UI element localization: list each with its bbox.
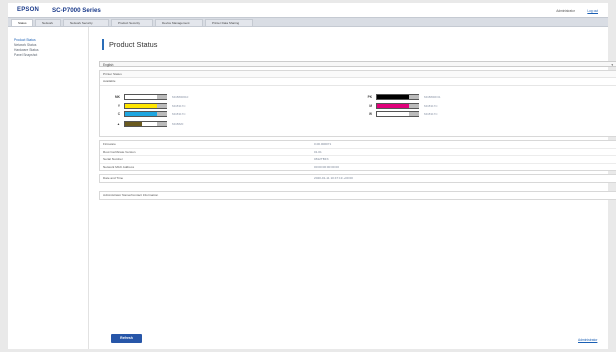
ink-cartridge-icon	[157, 104, 167, 108]
page-title: Product Status	[109, 40, 158, 49]
tab-status[interactable]: Status	[11, 19, 33, 26]
app-frame: EPSON SC-P7000 Series Administrator Log …	[8, 3, 616, 349]
sidebar-item-network-status[interactable]: Network Status	[14, 43, 36, 47]
printer-status-value: Available	[100, 78, 616, 86]
tab-bar: Status Network Network Security Product …	[8, 17, 608, 27]
tab-printer-data-sharing[interactable]: Printer Data Sharing	[205, 19, 253, 26]
product-name: SC-P7000 Series	[52, 7, 101, 14]
ink-cartridge-icon	[409, 112, 419, 116]
info-row-serial: Serial Number 0812TBF3	[100, 156, 616, 164]
info-row-admin: Administrator Name/Contact Information	[103, 193, 159, 197]
device-info-panel: Firmware 0.00.000071 Root Certificate Ver…	[99, 140, 616, 171]
admin-info-panel: Administrator Name/Contact Information	[99, 191, 616, 200]
ink-cartridge-icon	[157, 122, 167, 126]
ink-code: MC8317C	[424, 103, 438, 108]
sidebar-item-hardware-status[interactable]: Hardware Status	[14, 48, 39, 52]
ink-cartridge-icon	[157, 95, 167, 99]
ink-cartridge-icon	[157, 112, 167, 116]
sidebar: Product Status Network Status Hardware S…	[8, 27, 89, 349]
printer-status-heading: Printer Status	[100, 71, 616, 78]
administrator-link[interactable]: Administrator	[578, 338, 597, 342]
ink-code: MC8800F31	[424, 94, 441, 99]
info-row-root-cert: Root Certificate Version 01.01	[100, 149, 616, 156]
user-label: Administrator	[556, 8, 575, 13]
sidebar-item-panel-snapshot[interactable]: Panel Snapshot	[14, 53, 37, 57]
title-accent-bar	[102, 39, 104, 50]
refresh-button[interactable]: Refresh	[111, 334, 142, 343]
ink-code: MC8317C	[424, 111, 438, 116]
logout-link[interactable]: Log out	[587, 9, 598, 13]
ink-label: C	[117, 111, 120, 116]
ink-label: Y	[117, 103, 120, 108]
info-row-date-time: Date and Time 2020-01-11 10:47:19 +00:00	[103, 176, 353, 180]
ink-label: PK	[367, 94, 372, 99]
language-select[interactable]: English ▾	[99, 61, 616, 67]
ink-code: MC8317C	[172, 103, 186, 108]
printer-status-panel: Printer Status Available MK MC8800610 Y …	[99, 70, 616, 137]
tab-product-security[interactable]: Product Security	[111, 19, 153, 26]
tab-network-security[interactable]: Network Security	[63, 19, 109, 26]
info-row-mac: Network MAC Address 00:00:00:00:00:00	[103, 164, 339, 169]
ink-code: MC8820	[172, 121, 184, 126]
tab-device-management[interactable]: Device Management	[155, 19, 203, 26]
sidebar-item-product-status[interactable]: Product Status	[14, 38, 36, 42]
chevron-down-icon: ▾	[611, 62, 613, 67]
date-time-panel: Date and Time 2020-01-11 10:47:19 +00:00	[99, 174, 616, 183]
info-row-firmware: Firmware 0.00.000071	[100, 141, 616, 149]
tab-network[interactable]: Network	[35, 19, 61, 26]
ink-label: W	[368, 111, 372, 116]
ink-label: MK	[115, 94, 120, 99]
epson-logo: EPSON	[17, 7, 40, 13]
ink-label: M	[369, 103, 372, 108]
ink-cartridge-icon	[409, 95, 419, 99]
ink-code: MC8317C	[172, 111, 186, 116]
language-value: English	[103, 62, 114, 67]
header: EPSON SC-P7000 Series Administrator Log …	[8, 3, 608, 17]
ink-code: MC8800610	[172, 94, 189, 99]
warning-icon: ▲	[116, 121, 120, 126]
ink-cartridge-icon	[409, 104, 419, 108]
